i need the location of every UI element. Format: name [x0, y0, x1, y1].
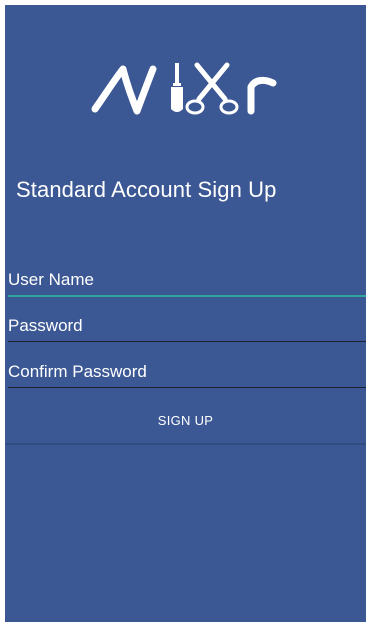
scissors-icon [185, 62, 239, 115]
screwdriver-icon [171, 63, 183, 112]
app-logo [87, 57, 297, 123]
divider [5, 443, 366, 445]
sign-up-button[interactable]: SIGN UP [5, 398, 366, 442]
page-title: Standard Account Sign Up [16, 177, 277, 202]
signup-screen: Standard Account Sign Up SIGN UP [5, 5, 366, 622]
password-field[interactable] [8, 311, 366, 342]
confirm-password-field[interactable] [8, 357, 366, 388]
username-field[interactable] [8, 265, 366, 297]
